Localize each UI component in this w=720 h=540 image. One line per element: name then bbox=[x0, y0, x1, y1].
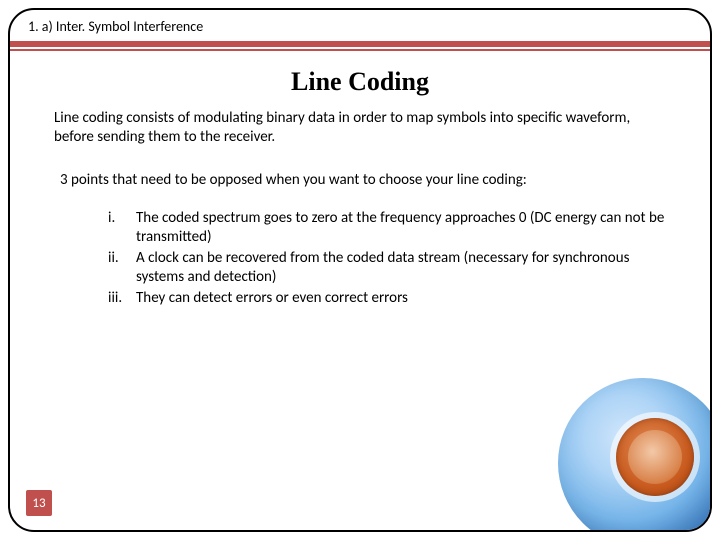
slide-title: Line Coding bbox=[10, 67, 710, 97]
list-numeral: ii. bbox=[108, 249, 130, 268]
page-number-badge: 13 bbox=[26, 490, 52, 516]
list-intro: 3 points that need to be opposed when yo… bbox=[54, 171, 672, 190]
slide-body: Line coding consists of modulating binar… bbox=[10, 109, 710, 309]
numbered-list: i. The coded spectrum goes to zero at th… bbox=[54, 209, 672, 309]
seal-icon bbox=[616, 418, 694, 496]
slide-frame: 1. a) Inter. Symbol Interference Line Co… bbox=[8, 8, 712, 532]
list-item: i. The coded spectrum goes to zero at th… bbox=[108, 209, 672, 247]
list-text: The coded spectrum goes to zero at the f… bbox=[136, 209, 664, 246]
list-text: They can detect errors or even correct e… bbox=[136, 289, 408, 307]
university-logo: UNIVERSITY · PLYMOUTH bbox=[558, 378, 712, 532]
list-numeral: iii. bbox=[108, 289, 130, 308]
list-numeral: i. bbox=[108, 209, 130, 228]
list-item: iii. They can detect errors or even corr… bbox=[108, 289, 672, 308]
logo-ring-text: UNIVERSITY · PLYMOUTH bbox=[554, 374, 712, 532]
divider bbox=[10, 41, 710, 53]
intro-paragraph: Line coding consists of modulating binar… bbox=[54, 109, 672, 147]
breadcrumb-header: 1. a) Inter. Symbol Interference bbox=[10, 10, 710, 39]
globe-icon bbox=[558, 378, 712, 532]
list-text: A clock can be recovered from the coded … bbox=[136, 249, 629, 286]
list-item: ii. A clock can be recovered from the co… bbox=[108, 249, 672, 287]
